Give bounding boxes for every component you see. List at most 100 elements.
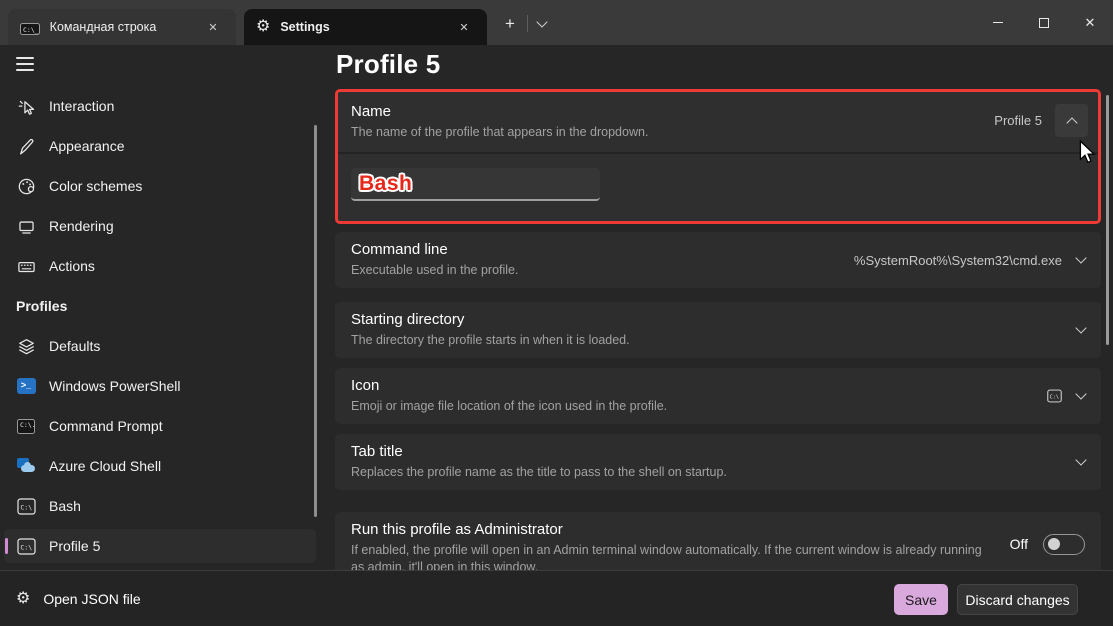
sidebar-item-label: Command Prompt	[49, 418, 163, 434]
sidebar-item-label: Azure Cloud Shell	[49, 458, 161, 474]
settings-content: Profile 5 Name The name of the profile t…	[330, 45, 1113, 570]
selected-accent-indicator	[5, 538, 8, 554]
setting-card-name: Name The name of the profile that appear…	[335, 89, 1101, 224]
sidebar-item-label: Appearance	[49, 138, 125, 154]
sidebar-item-label: Bash	[49, 498, 81, 514]
minimize-button[interactable]	[975, 0, 1021, 45]
save-button[interactable]: Save	[894, 584, 948, 615]
chevron-down-icon	[1075, 454, 1086, 465]
setting-description: The name of the profile that appears in …	[351, 125, 1085, 139]
setting-card-run-as-administrator: Run this profile as Administrator If ena…	[335, 512, 1101, 570]
close-button[interactable]: ✕	[1067, 0, 1113, 45]
footer-bar: ⚙ Open JSON file Save Discard changes	[0, 570, 1113, 626]
azure-cloud-icon	[16, 456, 36, 476]
defaults-icon	[16, 336, 36, 356]
hamburger-menu-icon[interactable]	[16, 57, 34, 71]
chevron-down-icon	[1075, 322, 1086, 333]
actions-icon	[16, 256, 36, 276]
collapse-button[interactable]	[1055, 104, 1088, 137]
toggle-state-label: Off	[1010, 536, 1028, 552]
svg-text:C:\: C:\	[1050, 394, 1059, 400]
setting-description: Emoji or image file location of the icon…	[351, 399, 1085, 413]
interaction-icon	[16, 96, 36, 116]
setting-card-command-line[interactable]: Command line Executable used in the prof…	[335, 232, 1101, 288]
card-divider	[338, 152, 1098, 154]
tab-close-icon[interactable]: ✕	[200, 15, 226, 39]
sidebar-item-label: Rendering	[49, 218, 114, 234]
titlebar: C:\_ Командная строка ✕ ⚙ Settings ✕ + ✕	[0, 0, 1113, 45]
chevron-down-icon	[536, 16, 547, 27]
sidebar-item-windows-powershell[interactable]: >_ Windows PowerShell	[0, 366, 330, 406]
minimize-icon	[993, 22, 1003, 23]
sidebar-item-label: Interaction	[49, 98, 114, 114]
profiles-section-header: Profiles	[0, 286, 330, 326]
settings-sidebar: Interaction Appearance Color schemes Ren…	[0, 45, 330, 570]
maximize-icon	[1039, 18, 1049, 28]
open-json-file-label: Open JSON file	[43, 591, 140, 607]
appearance-icon	[16, 136, 36, 156]
tab-label: Settings	[280, 20, 451, 34]
name-input-value: Bash	[359, 172, 412, 196]
sidebar-item-actions[interactable]: Actions	[0, 246, 330, 286]
svg-text:C:\: C:\	[20, 543, 32, 551]
setting-label: Name	[351, 103, 1085, 120]
sidebar-item-command-prompt[interactable]: C:\. Command Prompt	[0, 406, 330, 446]
open-json-file-button[interactable]: ⚙ Open JSON file	[16, 571, 141, 626]
color-schemes-icon	[16, 176, 36, 196]
name-input[interactable]: Bash	[351, 168, 600, 201]
terminal-outline-icon: C:\	[16, 496, 36, 516]
sidebar-item-label: Actions	[49, 258, 95, 274]
gear-icon: ⚙	[16, 591, 30, 607]
sidebar-item-profile-5[interactable]: C:\ Profile 5	[4, 529, 316, 563]
admin-toggle[interactable]	[1043, 534, 1085, 555]
toggle-knob	[1048, 538, 1060, 550]
setting-description: If enabled, the profile will open in an …	[351, 542, 983, 570]
sidebar-item-defaults[interactable]: Defaults	[0, 326, 330, 366]
terminal-outline-icon: C:\	[1047, 389, 1062, 403]
page-title: Profile 5	[336, 49, 440, 80]
sidebar-item-appearance[interactable]: Appearance	[0, 126, 330, 166]
sidebar-item-label: Windows PowerShell	[49, 378, 181, 394]
sidebar-item-label: Color schemes	[49, 178, 142, 194]
svg-text:C:\: C:\	[20, 503, 32, 511]
setting-card-icon[interactable]: Icon Emoji or image file location of the…	[335, 368, 1101, 424]
tab-settings[interactable]: ⚙ Settings ✕	[244, 9, 487, 45]
tab-close-icon[interactable]: ✕	[451, 15, 477, 39]
cmd-window-icon: C:\_	[20, 19, 40, 35]
tab-label: Командная строка	[50, 20, 200, 34]
sidebar-item-azure-cloud-shell[interactable]: Azure Cloud Shell	[0, 446, 330, 486]
tab-dropdown-button[interactable]	[529, 12, 555, 36]
content-scrollbar[interactable]	[1106, 95, 1109, 345]
sidebar-item-rendering[interactable]: Rendering	[0, 206, 330, 246]
chevron-down-icon	[1075, 388, 1086, 399]
setting-value: Profile 5	[994, 113, 1042, 128]
setting-description: The directory the profile starts in when…	[351, 333, 1085, 347]
sidebar-item-bash[interactable]: C:\ Bash	[0, 486, 330, 526]
setting-label: Tab title	[351, 443, 1085, 460]
chevron-down-icon	[1075, 252, 1086, 263]
titlebar-separator	[527, 15, 528, 32]
setting-card-starting-directory[interactable]: Starting directory The directory the pro…	[335, 302, 1101, 358]
setting-label: Icon	[351, 377, 1085, 394]
sidebar-item-label: Profile 5	[49, 538, 100, 554]
sidebar-item-label: Defaults	[49, 338, 100, 354]
command-prompt-icon: C:\.	[16, 416, 36, 436]
new-tab-button[interactable]: +	[497, 12, 523, 36]
setting-card-tab-title[interactable]: Tab title Replaces the profile name as t…	[335, 434, 1101, 490]
gear-icon: ⚙	[256, 19, 270, 35]
sidebar-item-color-schemes[interactable]: Color schemes	[0, 166, 330, 206]
sidebar-item-interaction[interactable]: Interaction	[0, 86, 330, 126]
mouse-cursor-icon	[1076, 140, 1098, 164]
rendering-icon	[16, 216, 36, 236]
setting-label: Starting directory	[351, 311, 1085, 328]
setting-label: Run this profile as Administrator	[351, 521, 1085, 538]
name-card-header[interactable]: Name The name of the profile that appear…	[338, 92, 1098, 152]
powershell-icon: >_	[16, 376, 36, 396]
terminal-outline-icon: C:\	[16, 536, 36, 556]
maximize-button[interactable]	[1021, 0, 1067, 45]
setting-value: %SystemRoot%\System32\cmd.exe	[854, 253, 1062, 268]
discard-changes-button[interactable]: Discard changes	[957, 584, 1078, 615]
setting-description: Replaces the profile name as the title t…	[351, 465, 1085, 479]
tab-command-prompt[interactable]: C:\_ Командная строка ✕	[8, 9, 236, 45]
sidebar-scrollbar[interactable]	[314, 125, 317, 517]
